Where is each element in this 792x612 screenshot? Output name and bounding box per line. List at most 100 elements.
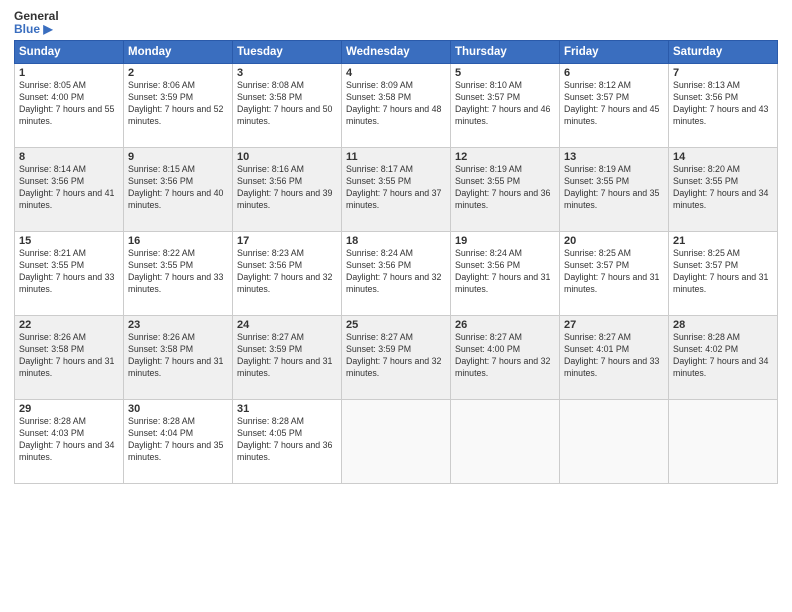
calendar-cell: 28 Sunrise: 8:28 AMSunset: 4:02 PMDaylig…: [669, 316, 778, 400]
calendar-cell: 11 Sunrise: 8:17 AMSunset: 3:55 PMDaylig…: [342, 148, 451, 232]
day-number: 30: [128, 403, 228, 415]
calendar-cell: 5 Sunrise: 8:10 AMSunset: 3:57 PMDayligh…: [451, 64, 560, 148]
calendar-cell: 23 Sunrise: 8:26 AMSunset: 3:58 PMDaylig…: [124, 316, 233, 400]
calendar-cell: 2 Sunrise: 8:06 AMSunset: 3:59 PMDayligh…: [124, 64, 233, 148]
calendar-table: SundayMondayTuesdayWednesdayThursdayFrid…: [14, 40, 778, 484]
calendar-cell: 27 Sunrise: 8:27 AMSunset: 4:01 PMDaylig…: [560, 316, 669, 400]
day-number: 17: [237, 235, 337, 247]
calendar-cell: 17 Sunrise: 8:23 AMSunset: 3:56 PMDaylig…: [233, 232, 342, 316]
day-number: 8: [19, 151, 119, 163]
day-number: 2: [128, 67, 228, 79]
cell-info: Sunrise: 8:27 AMSunset: 4:00 PMDaylight:…: [455, 332, 550, 378]
day-number: 1: [19, 67, 119, 79]
day-number: 3: [237, 67, 337, 79]
day-number: 26: [455, 319, 555, 331]
cell-info: Sunrise: 8:17 AMSunset: 3:55 PMDaylight:…: [346, 164, 441, 210]
header-monday: Monday: [124, 41, 233, 64]
calendar-cell: 13 Sunrise: 8:19 AMSunset: 3:55 PMDaylig…: [560, 148, 669, 232]
cell-info: Sunrise: 8:20 AMSunset: 3:55 PMDaylight:…: [673, 164, 768, 210]
cell-info: Sunrise: 8:28 AMSunset: 4:02 PMDaylight:…: [673, 332, 768, 378]
calendar-cell: 29 Sunrise: 8:28 AMSunset: 4:03 PMDaylig…: [15, 400, 124, 484]
calendar-cell: 20 Sunrise: 8:25 AMSunset: 3:57 PMDaylig…: [560, 232, 669, 316]
cell-info: Sunrise: 8:25 AMSunset: 3:57 PMDaylight:…: [673, 248, 768, 294]
day-number: 31: [237, 403, 337, 415]
header-sunday: Sunday: [15, 41, 124, 64]
day-number: 20: [564, 235, 664, 247]
cell-info: Sunrise: 8:22 AMSunset: 3:55 PMDaylight:…: [128, 248, 223, 294]
calendar-cell: 10 Sunrise: 8:16 AMSunset: 3:56 PMDaylig…: [233, 148, 342, 232]
calendar-cell: 31 Sunrise: 8:28 AMSunset: 4:05 PMDaylig…: [233, 400, 342, 484]
day-number: 6: [564, 67, 664, 79]
cell-info: Sunrise: 8:26 AMSunset: 3:58 PMDaylight:…: [128, 332, 223, 378]
cell-info: Sunrise: 8:27 AMSunset: 3:59 PMDaylight:…: [346, 332, 441, 378]
cell-info: Sunrise: 8:09 AMSunset: 3:58 PMDaylight:…: [346, 80, 441, 126]
day-number: 9: [128, 151, 228, 163]
cell-info: Sunrise: 8:28 AMSunset: 4:05 PMDaylight:…: [237, 416, 332, 462]
day-number: 18: [346, 235, 446, 247]
calendar-cell: 6 Sunrise: 8:12 AMSunset: 3:57 PMDayligh…: [560, 64, 669, 148]
calendar-cell: 30 Sunrise: 8:28 AMSunset: 4:04 PMDaylig…: [124, 400, 233, 484]
cell-info: Sunrise: 8:26 AMSunset: 3:58 PMDaylight:…: [19, 332, 114, 378]
cell-info: Sunrise: 8:27 AMSunset: 3:59 PMDaylight:…: [237, 332, 332, 378]
day-number: 14: [673, 151, 773, 163]
cell-info: Sunrise: 8:12 AMSunset: 3:57 PMDaylight:…: [564, 80, 659, 126]
cell-info: Sunrise: 8:23 AMSunset: 3:56 PMDaylight:…: [237, 248, 332, 294]
calendar-cell: 21 Sunrise: 8:25 AMSunset: 3:57 PMDaylig…: [669, 232, 778, 316]
calendar-cell: 1 Sunrise: 8:05 AMSunset: 4:00 PMDayligh…: [15, 64, 124, 148]
calendar-cell: 16 Sunrise: 8:22 AMSunset: 3:55 PMDaylig…: [124, 232, 233, 316]
day-number: 23: [128, 319, 228, 331]
calendar-cell: 18 Sunrise: 8:24 AMSunset: 3:56 PMDaylig…: [342, 232, 451, 316]
day-number: 13: [564, 151, 664, 163]
day-number: 10: [237, 151, 337, 163]
day-number: 15: [19, 235, 119, 247]
day-number: 25: [346, 319, 446, 331]
cell-info: Sunrise: 8:15 AMSunset: 3:56 PMDaylight:…: [128, 164, 223, 210]
calendar-cell: 25 Sunrise: 8:27 AMSunset: 3:59 PMDaylig…: [342, 316, 451, 400]
day-number: 12: [455, 151, 555, 163]
cell-info: Sunrise: 8:21 AMSunset: 3:55 PMDaylight:…: [19, 248, 114, 294]
day-number: 16: [128, 235, 228, 247]
calendar-cell: 9 Sunrise: 8:15 AMSunset: 3:56 PMDayligh…: [124, 148, 233, 232]
day-number: 27: [564, 319, 664, 331]
calendar-cell: 26 Sunrise: 8:27 AMSunset: 4:00 PMDaylig…: [451, 316, 560, 400]
cell-info: Sunrise: 8:06 AMSunset: 3:59 PMDaylight:…: [128, 80, 223, 126]
day-number: 28: [673, 319, 773, 331]
day-number: 24: [237, 319, 337, 331]
day-number: 19: [455, 235, 555, 247]
header-tuesday: Tuesday: [233, 41, 342, 64]
cell-info: Sunrise: 8:19 AMSunset: 3:55 PMDaylight:…: [564, 164, 659, 210]
header-saturday: Saturday: [669, 41, 778, 64]
cell-info: Sunrise: 8:24 AMSunset: 3:56 PMDaylight:…: [346, 248, 441, 294]
calendar-cell: 22 Sunrise: 8:26 AMSunset: 3:58 PMDaylig…: [15, 316, 124, 400]
cell-info: Sunrise: 8:10 AMSunset: 3:57 PMDaylight:…: [455, 80, 550, 126]
calendar-cell: 3 Sunrise: 8:08 AMSunset: 3:58 PMDayligh…: [233, 64, 342, 148]
calendar-cell: 4 Sunrise: 8:09 AMSunset: 3:58 PMDayligh…: [342, 64, 451, 148]
calendar-cell: 8 Sunrise: 8:14 AMSunset: 3:56 PMDayligh…: [15, 148, 124, 232]
calendar-cell: 19 Sunrise: 8:24 AMSunset: 3:56 PMDaylig…: [451, 232, 560, 316]
cell-info: Sunrise: 8:25 AMSunset: 3:57 PMDaylight:…: [564, 248, 659, 294]
calendar-cell: 12 Sunrise: 8:19 AMSunset: 3:55 PMDaylig…: [451, 148, 560, 232]
calendar-cell: [451, 400, 560, 484]
day-number: 5: [455, 67, 555, 79]
page-header: General Blue ▶: [14, 10, 778, 36]
cell-info: Sunrise: 8:14 AMSunset: 3:56 PMDaylight:…: [19, 164, 114, 210]
cell-info: Sunrise: 8:05 AMSunset: 4:00 PMDaylight:…: [19, 80, 114, 126]
calendar-cell: [342, 400, 451, 484]
calendar-cell: 14 Sunrise: 8:20 AMSunset: 3:55 PMDaylig…: [669, 148, 778, 232]
header-thursday: Thursday: [451, 41, 560, 64]
logo-blue: Blue ▶: [14, 23, 59, 36]
cell-info: Sunrise: 8:08 AMSunset: 3:58 PMDaylight:…: [237, 80, 332, 126]
calendar-cell: 15 Sunrise: 8:21 AMSunset: 3:55 PMDaylig…: [15, 232, 124, 316]
calendar-cell: [560, 400, 669, 484]
cell-info: Sunrise: 8:19 AMSunset: 3:55 PMDaylight:…: [455, 164, 550, 210]
header-wednesday: Wednesday: [342, 41, 451, 64]
day-number: 29: [19, 403, 119, 415]
cell-info: Sunrise: 8:27 AMSunset: 4:01 PMDaylight:…: [564, 332, 659, 378]
calendar-cell: [669, 400, 778, 484]
day-number: 7: [673, 67, 773, 79]
cell-info: Sunrise: 8:28 AMSunset: 4:04 PMDaylight:…: [128, 416, 223, 462]
cell-info: Sunrise: 8:24 AMSunset: 3:56 PMDaylight:…: [455, 248, 550, 294]
calendar-cell: 24 Sunrise: 8:27 AMSunset: 3:59 PMDaylig…: [233, 316, 342, 400]
day-number: 4: [346, 67, 446, 79]
cell-info: Sunrise: 8:28 AMSunset: 4:03 PMDaylight:…: [19, 416, 114, 462]
